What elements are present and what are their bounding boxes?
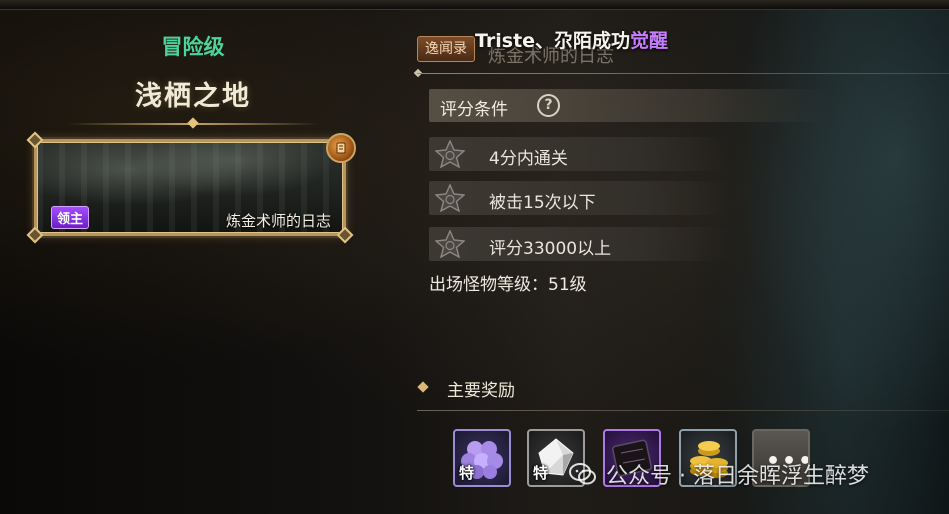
score-condition-text: 被击15次以下: [489, 193, 596, 213]
notice-awaken-text: 觉醒: [630, 30, 669, 52]
rewards-title: 主要奖励: [421, 376, 515, 401]
special-tag: 特: [533, 464, 549, 482]
stage-title: 浅栖之地: [135, 81, 251, 112]
watermark: 公众号 · 落日余晖浮生醉梦: [568, 456, 869, 492]
special-tag: 特: [459, 464, 475, 482]
score-conditions-header: 评分条件 ?: [429, 89, 829, 122]
frame-corner-ornament: [336, 226, 354, 244]
dungeon-card-caption: 炼金术师的日志: [225, 212, 331, 230]
dungeon-category-tag: 逸闻录: [417, 36, 475, 62]
frame-corner-ornament: [26, 226, 44, 244]
dungeon-card[interactable]: 领主 炼金术师的日志: [26, 131, 356, 244]
difficulty-label: 冒险级: [161, 35, 225, 59]
boss-tag: 领主: [51, 206, 90, 229]
score-condition-text: 4分内通关: [489, 149, 568, 169]
dungeon-detail-panel: 炼金术师的日志 逸闻录 Triste、尕陌成功觉醒 评分条件 ? 4分内通关 被…: [413, 22, 949, 514]
help-icon[interactable]: ?: [537, 94, 560, 117]
star-icon: [435, 184, 465, 212]
rewards-title-text: 主要奖励: [447, 381, 515, 401]
reward-item[interactable]: 特: [453, 429, 511, 487]
wechat-icon: [569, 463, 596, 485]
score-condition-row: 4分内通关: [429, 137, 729, 171]
frame-corner-ornament: [26, 131, 44, 149]
monster-level-text: 出场怪物等级：51级: [429, 275, 587, 295]
game-screen: 冒险级 浅栖之地 领主 炼金术师的日志 炼金术师的日志 逸闻录 Triste、尕…: [0, 0, 949, 514]
rewards-divider: [417, 410, 949, 411]
scroll-badge-icon: [326, 133, 356, 163]
score-condition-row: 被击15次以下: [429, 181, 729, 215]
score-condition-row: 评分33000以上: [429, 227, 729, 261]
star-icon: [435, 140, 465, 168]
watermark-text: 公众号 · 落日余晖浮生醉梦: [606, 464, 869, 489]
top-frame-bar: [0, 0, 949, 10]
score-conditions-label: 评分条件: [440, 100, 508, 120]
divider-gem-icon: [187, 117, 199, 129]
stage-info-panel: 冒险级 浅栖之地 领主 炼金术师的日志: [26, 26, 358, 256]
star-icon: [435, 230, 465, 258]
awakening-notice: Triste、尕陌成功觉醒: [475, 26, 668, 54]
notice-player-text: Triste、尕陌成功: [475, 30, 631, 52]
score-condition-text: 评分33000以上: [489, 239, 612, 259]
header-divider: [417, 73, 949, 74]
